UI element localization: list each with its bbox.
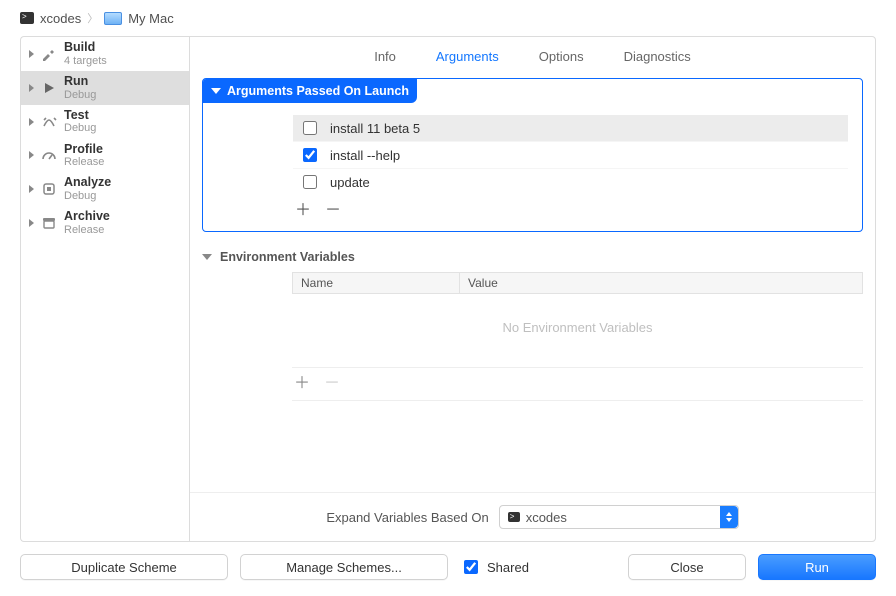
duplicate-scheme-button[interactable]: Duplicate Scheme xyxy=(20,554,228,580)
scheme-item-analyze[interactable]: Analyze Debug xyxy=(21,172,189,206)
argument-row[interactable]: update xyxy=(293,168,848,195)
breadcrumb-target[interactable]: My Mac xyxy=(128,11,174,26)
disclosure-icon xyxy=(29,50,34,58)
add-argument-button[interactable]: ＋ xyxy=(295,203,311,219)
argument-row[interactable]: install 11 beta 5 xyxy=(293,115,848,141)
arguments-section: Arguments Passed On Launch install 11 be… xyxy=(202,78,863,232)
scheme-name: Build xyxy=(64,41,107,55)
test-icon xyxy=(40,113,58,131)
argument-label: update xyxy=(330,175,370,190)
argument-row[interactable]: install --help xyxy=(293,141,848,168)
tab-bar: Info Arguments Options Diagnostics xyxy=(190,37,875,78)
scheme-name: Profile xyxy=(64,143,104,157)
env-empty-text: No Environment Variables xyxy=(292,294,863,361)
scheme-sub: 4 targets xyxy=(64,55,107,67)
tab-info[interactable]: Info xyxy=(374,49,396,68)
remove-env-button[interactable]: － xyxy=(324,376,340,392)
argument-checkbox[interactable] xyxy=(303,121,317,135)
argument-label: install --help xyxy=(330,148,400,163)
disclosure-down-icon xyxy=(202,254,212,260)
disclosure-icon xyxy=(29,84,34,92)
disclosure-icon xyxy=(29,185,34,193)
breadcrumb: xcodes 〉 My Mac xyxy=(0,0,896,36)
env-header[interactable]: Environment Variables xyxy=(202,250,863,264)
argument-checkbox[interactable] xyxy=(303,148,317,162)
disclosure-icon xyxy=(29,219,34,227)
tab-arguments[interactable]: Arguments xyxy=(436,49,499,68)
breadcrumb-app[interactable]: xcodes xyxy=(40,11,81,26)
tab-diagnostics[interactable]: Diagnostics xyxy=(624,49,691,68)
scheme-name: Test xyxy=(64,109,96,123)
profile-icon xyxy=(40,146,58,164)
scheme-sub: Debug xyxy=(64,89,96,101)
expand-target-value: xcodes xyxy=(526,510,567,525)
scheme-sub: Debug xyxy=(64,122,96,134)
select-stepper-icon xyxy=(720,506,738,528)
shared-label: Shared xyxy=(487,560,529,575)
scheme-item-profile[interactable]: Profile Release xyxy=(21,139,189,173)
disclosure-down-icon xyxy=(211,88,221,94)
build-icon xyxy=(40,45,58,63)
remove-argument-button[interactable]: － xyxy=(325,203,341,219)
run-button[interactable]: Run xyxy=(758,554,876,580)
scheme-sub: Debug xyxy=(64,190,111,202)
terminal-icon xyxy=(20,12,34,24)
expand-target-select[interactable]: xcodes xyxy=(499,505,739,529)
content-panel: Info Arguments Options Diagnostics Argum… xyxy=(189,36,876,542)
env-col-name: Name xyxy=(293,273,460,293)
shared-checkbox-row[interactable]: Shared xyxy=(460,557,529,577)
scheme-name: Analyze xyxy=(64,176,111,190)
scheme-sidebar: Build 4 targets Run Debug xyxy=(20,36,189,542)
scheme-sub: Release xyxy=(64,224,110,236)
close-button[interactable]: Close xyxy=(628,554,746,580)
divider xyxy=(292,400,863,401)
disclosure-icon xyxy=(29,151,34,159)
scheme-item-run[interactable]: Run Debug xyxy=(21,71,189,105)
scheme-item-test[interactable]: Test Debug xyxy=(21,105,189,139)
scheme-item-archive[interactable]: Archive Release xyxy=(21,206,189,240)
env-table-header: Name Value xyxy=(292,272,863,294)
manage-schemes-button[interactable]: Manage Schemes... xyxy=(240,554,448,580)
expand-label: Expand Variables Based On xyxy=(326,510,488,525)
env-title: Environment Variables xyxy=(220,250,355,264)
arguments-header[interactable]: Arguments Passed On Launch xyxy=(203,79,417,103)
scheme-name: Run xyxy=(64,75,96,89)
shared-checkbox[interactable] xyxy=(464,560,478,574)
analyze-icon xyxy=(40,180,58,198)
chevron-right-icon: 〉 xyxy=(87,10,98,26)
add-env-button[interactable]: ＋ xyxy=(294,376,310,392)
argument-checkbox[interactable] xyxy=(303,175,317,189)
expand-row: Expand Variables Based On xcodes xyxy=(190,492,875,541)
bottom-bar: Duplicate Scheme Manage Schemes... Share… xyxy=(0,542,896,596)
argument-label: install 11 beta 5 xyxy=(330,121,420,136)
terminal-icon xyxy=(508,512,520,522)
disclosure-icon xyxy=(29,118,34,126)
archive-icon xyxy=(40,214,58,232)
mac-icon xyxy=(104,12,122,25)
tab-options[interactable]: Options xyxy=(539,49,584,68)
scheme-sub: Release xyxy=(64,156,104,168)
arguments-title: Arguments Passed On Launch xyxy=(227,84,409,98)
scheme-name: Archive xyxy=(64,210,110,224)
run-icon xyxy=(40,79,58,97)
env-col-value: Value xyxy=(460,273,862,293)
scheme-item-build[interactable]: Build 4 targets xyxy=(21,37,189,71)
